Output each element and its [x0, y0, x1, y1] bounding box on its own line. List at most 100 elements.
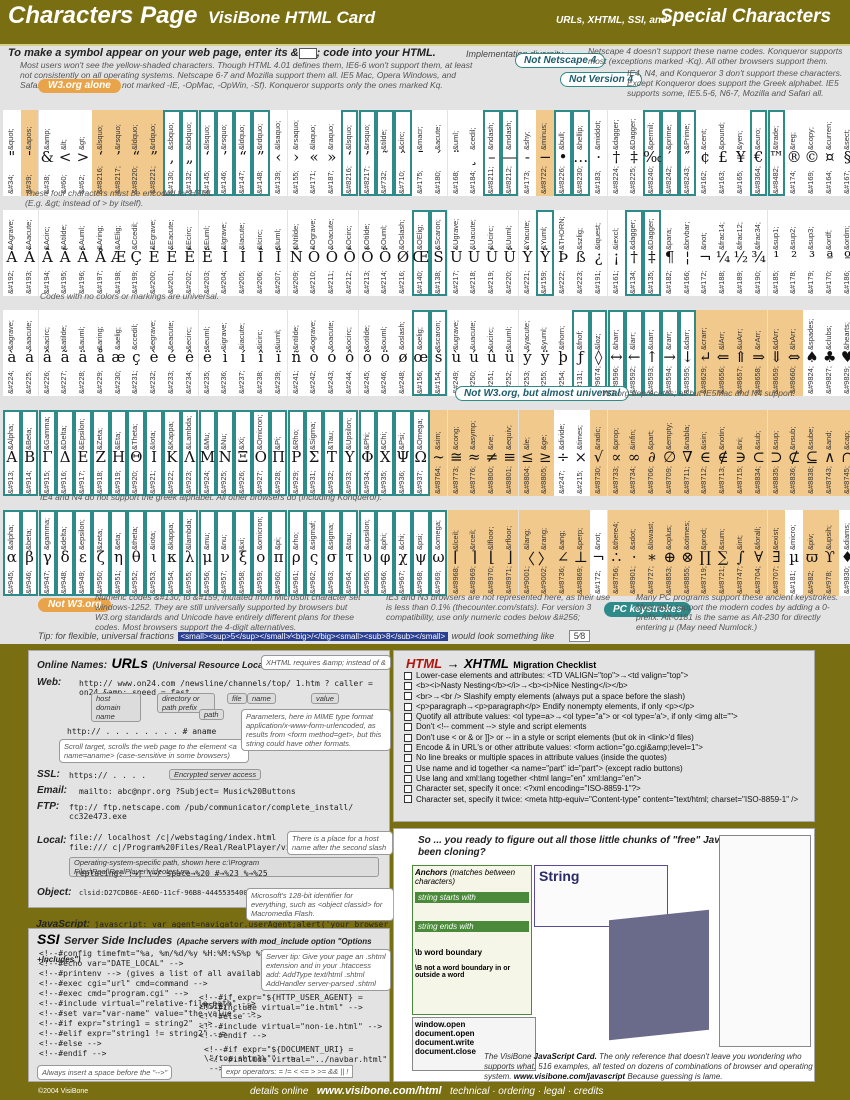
checkbox-icon[interactable] [404, 743, 412, 752]
urls-panel: Online Names: URLs (Universal Resource L… [28, 650, 393, 908]
char-cell: &nabla; ∇ &#8711; [678, 410, 697, 496]
entity-number: &#949; [77, 570, 87, 594]
checkbox-icon[interactable] [404, 795, 412, 804]
char-cell: &Sigma; Σ &#931; [305, 410, 323, 496]
checkbox-icon[interactable] [404, 754, 412, 763]
checklist-item[interactable]: Don't <!-- comment --> style and script … [404, 722, 799, 732]
char-cell: &lambda; λ &#955; [180, 510, 199, 596]
checkbox-icon[interactable] [404, 702, 412, 711]
checklist-text: Don't use < or & or ]]> or -- in a style… [416, 732, 694, 742]
checkbox-icon[interactable] [404, 774, 412, 783]
entity-name: &Nu; [219, 433, 229, 450]
entity-name: &oplus; [663, 524, 673, 550]
entity-name: &Iacute; [237, 222, 247, 250]
checklist-item[interactable]: <br>→<br /> Slashify empty elements (alw… [404, 692, 799, 702]
char-cell: &Rho; Ρ &#929; [287, 410, 306, 496]
checkbox-icon[interactable] [404, 713, 412, 722]
entity-name: &chi; [397, 533, 407, 550]
entity-name: &epsilon; [77, 519, 87, 550]
javascript-card-link[interactable]: www.visibone.com/javascript [514, 1072, 625, 1081]
entity-number: &#8970; [486, 566, 496, 594]
entity-name: &Chi; [379, 431, 389, 450]
entity-name: &Ocirc; [343, 225, 353, 250]
checklist-item[interactable]: Character set, specify it twice: <meta h… [404, 795, 799, 805]
entity-number: &#9824; [806, 366, 816, 394]
entity-name: &cedil; [468, 127, 478, 150]
entity-number: &#163; [717, 170, 727, 194]
char-cell: &lowast; ∗ &#8727; [643, 510, 661, 596]
entity-name: &rfloor; [503, 525, 513, 550]
checklist-item[interactable]: <b><i>Nasty Nesting</b></i>→<b><i>Nice N… [404, 681, 799, 691]
entity-name: &acirc; [41, 327, 51, 350]
entity-name: &Ucirc; [486, 225, 496, 250]
char-cell: &thorn; þ &#254; [554, 310, 572, 396]
entity-name: &loz; [592, 333, 602, 350]
ssi-if-block: <!--#if expr="${HTTP_USER_AGENT} = /MSIE… [199, 993, 389, 1041]
checkbox-icon[interactable] [404, 692, 412, 701]
entity-name: &there4; [610, 521, 620, 550]
char-cell: &szlig; ß &#223; [572, 210, 590, 296]
entity-number: &#8711; [681, 466, 691, 494]
entity-number: &#8869; [575, 566, 584, 594]
entity-name: &isin; [699, 431, 709, 450]
char-cell: &pound; £ &#163; [714, 110, 732, 196]
checkbox-icon[interactable] [404, 682, 412, 691]
entity-name: &kappa; [166, 522, 176, 550]
char-cell: &oslash; ø &#248; [394, 310, 412, 396]
entity-number: &#732; [379, 170, 389, 194]
entity-number: &#174; [788, 170, 798, 194]
entity-name: &aacute; [23, 320, 33, 350]
host-tag: host domain name [91, 693, 141, 722]
entity-name: &not; [592, 532, 602, 550]
checkbox-icon[interactable] [404, 785, 412, 794]
char-cell: &ldquo; “&#147; [234, 110, 252, 196]
checklist-item[interactable]: Use name and id together <a name="part" … [404, 764, 799, 774]
entity-number: &#242; [308, 370, 318, 394]
entity-name: &Epsilon; [77, 418, 87, 450]
ssi-if-line: <!--#endif --> [199, 1031, 267, 1040]
footer-url[interactable]: www.visibone.com/html [317, 1085, 442, 1097]
entity-name: &pi; [272, 537, 282, 550]
pc-note: Many PC programs support these ancient k… [636, 592, 839, 632]
header-right-small: URLs, XHTML, SSI, and [556, 15, 668, 26]
char-cell: &cong; ≅ &#8773; [447, 410, 466, 496]
entity-number: &#147; [237, 170, 247, 194]
checkbox-icon[interactable] [404, 764, 412, 773]
checklist-item[interactable]: Quotify all attribute values: <ol type=a… [404, 712, 799, 722]
checklist-item[interactable]: Encode & in URL's or other attribute val… [404, 743, 799, 753]
char-cell: &delta; δ &#948; [56, 510, 74, 596]
entity-number: &#8719; [699, 566, 709, 594]
entity-number: &#155; [290, 170, 300, 194]
checklist-item[interactable]: <p>paragraph→<p>paragraph</p> Endify non… [404, 702, 799, 712]
ssi-if-line: <!--#include virtual="non-ie.html" --> [199, 1021, 383, 1031]
entity-name: &cong; [450, 426, 460, 450]
checklist-item[interactable]: Don't use < or & or ]]> or -- in a style… [404, 733, 799, 743]
checklist-text: Don't <!-- comment --> style and script … [416, 722, 587, 732]
checkbox-icon[interactable] [404, 733, 412, 742]
checklist-item[interactable]: Use lang and xml:lang together <html lan… [404, 774, 799, 784]
entity-number: &#148; [254, 170, 264, 194]
entity-name: &acute; [432, 124, 442, 150]
checkbox-icon[interactable] [404, 671, 412, 680]
char-cell: &Otilde; Õ &#213; [358, 210, 377, 296]
char-cell: &prop; ∝ &#8733; [607, 410, 626, 496]
footer-nav[interactable]: technical · ordering · legal · credits [450, 1086, 603, 1097]
entity-name: &phi; [379, 532, 389, 550]
checklist-text: No line breaks or multiple spaces in att… [416, 753, 667, 763]
entity-name: &divide; [557, 423, 567, 450]
checklist-item[interactable]: Lower-case elements and attributes: <TD … [404, 671, 799, 681]
entity-number: &#8240; [646, 166, 656, 194]
entity-name: &beta; [23, 528, 33, 550]
entity-name: &part; [646, 429, 656, 450]
entity-number: &#198; [112, 270, 122, 294]
universal-note: Codes with no colors or markings are uni… [40, 291, 220, 301]
checklist-item[interactable]: Character set, specify it once: <?xml en… [404, 784, 799, 794]
char-cell: &aelig; æ &#230; [109, 310, 128, 396]
entity-number: &#243; [326, 370, 336, 394]
entity-number: &#202; [183, 270, 193, 294]
char-cell: &Epsilon; Ε &#917; [74, 410, 92, 496]
checkbox-icon[interactable] [404, 723, 412, 732]
checklist-item[interactable]: No line breaks or multiple spaces in att… [404, 753, 799, 763]
char-cell: &micro; µ &#181; [785, 510, 803, 596]
entity-number: &#204; [219, 270, 229, 294]
